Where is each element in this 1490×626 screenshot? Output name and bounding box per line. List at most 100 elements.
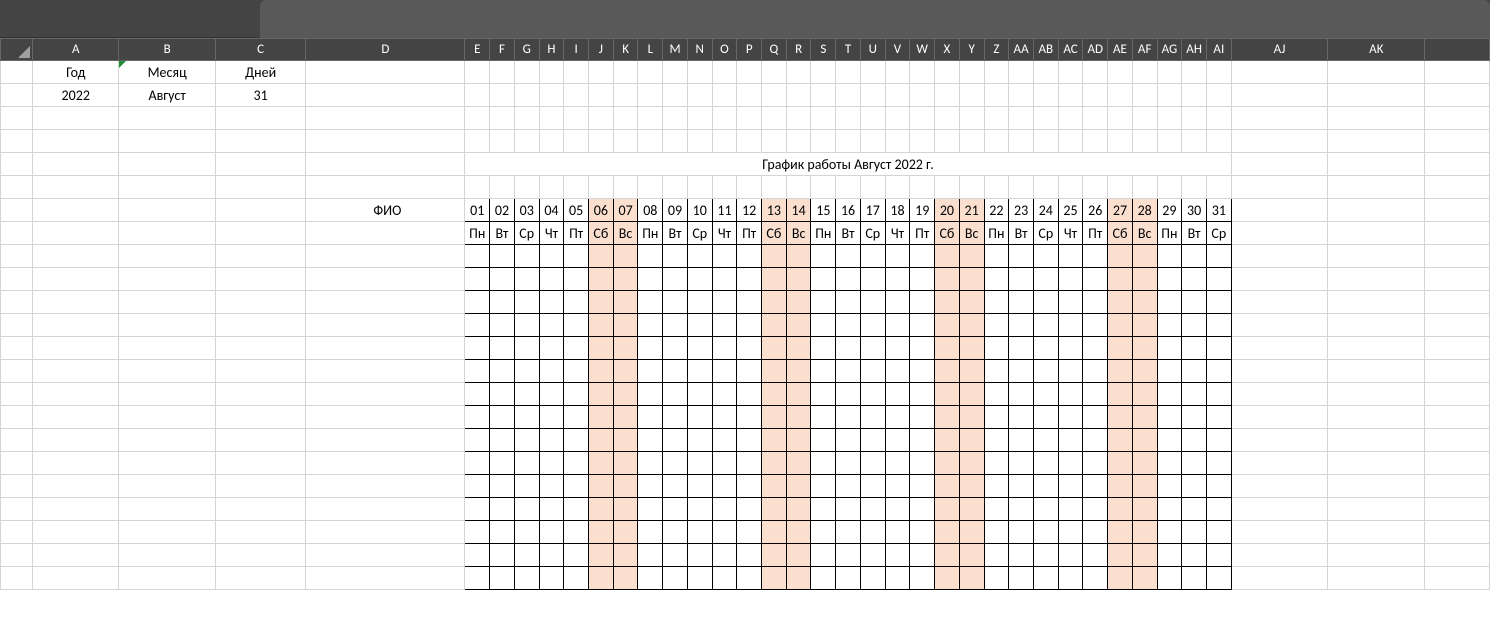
row-header[interactable]: 23 — [1, 567, 33, 590]
schedule-cell[interactable] — [613, 452, 638, 475]
schedule-cell[interactable] — [1009, 567, 1034, 590]
day-number[interactable]: 10 — [687, 199, 712, 222]
schedule-cell[interactable] — [836, 360, 861, 383]
schedule-cell[interactable] — [1108, 521, 1133, 544]
schedule-cell[interactable] — [959, 429, 984, 452]
cell[interactable] — [762, 130, 787, 153]
schedule-cell[interactable] — [860, 291, 885, 314]
cell[interactable] — [216, 360, 306, 383]
cell[interactable] — [465, 61, 490, 84]
schedule-cell[interactable] — [687, 291, 712, 314]
schedule-cell[interactable] — [836, 429, 861, 452]
schedule-cell[interactable] — [687, 567, 712, 590]
cell[interactable] — [119, 383, 216, 406]
column-header[interactable]: C — [216, 39, 306, 61]
schedule-cell[interactable] — [885, 245, 910, 268]
day-number[interactable]: 18 — [885, 199, 910, 222]
cell[interactable] — [811, 176, 836, 199]
schedule-cell[interactable] — [712, 498, 737, 521]
row-header[interactable]: 10 — [1, 268, 33, 291]
day-number[interactable]: 01 — [465, 199, 490, 222]
schedule-cell[interactable] — [1058, 291, 1083, 314]
schedule-cell[interactable] — [589, 337, 614, 360]
schedule-cell[interactable] — [984, 245, 1009, 268]
schedule-cell[interactable] — [860, 337, 885, 360]
cell[interactable] — [836, 176, 861, 199]
schedule-cell[interactable] — [1157, 475, 1182, 498]
schedule-cell[interactable] — [786, 406, 811, 429]
schedule-cell[interactable] — [1206, 268, 1231, 291]
cell[interactable] — [1328, 521, 1425, 544]
schedule-cell[interactable] — [762, 567, 787, 590]
cell[interactable] — [638, 130, 663, 153]
schedule-cell[interactable] — [935, 406, 960, 429]
schedule-cell[interactable] — [638, 314, 663, 337]
cell[interactable] — [589, 176, 614, 199]
schedule-cell[interactable] — [1157, 521, 1182, 544]
cell[interactable] — [306, 107, 465, 130]
schedule-cell[interactable] — [1033, 521, 1058, 544]
cell[interactable] — [1157, 176, 1182, 199]
schedule-cell[interactable] — [984, 268, 1009, 291]
schedule-cell[interactable] — [589, 360, 614, 383]
schedule-cell[interactable] — [959, 498, 984, 521]
cell[interactable] — [1328, 176, 1425, 199]
cell[interactable] — [1206, 107, 1231, 130]
cell[interactable] — [306, 268, 465, 291]
schedule-cell[interactable] — [737, 268, 762, 291]
row-header[interactable]: 11 — [1, 291, 33, 314]
row-header[interactable]: 20 — [1, 498, 33, 521]
cell[interactable] — [1033, 61, 1058, 84]
schedule-cell[interactable] — [1033, 360, 1058, 383]
schedule-cell[interactable] — [1083, 475, 1108, 498]
cell[interactable] — [539, 107, 564, 130]
schedule-cell[interactable] — [935, 291, 960, 314]
cell[interactable] — [1132, 130, 1157, 153]
schedule-cell[interactable] — [1157, 383, 1182, 406]
schedule-cell[interactable] — [786, 544, 811, 567]
column-header[interactable]: D — [306, 39, 465, 61]
schedule-cell[interactable] — [910, 429, 935, 452]
schedule-cell[interactable] — [712, 544, 737, 567]
schedule-cell[interactable] — [564, 544, 589, 567]
column-header[interactable]: E — [465, 39, 490, 61]
schedule-cell[interactable] — [687, 544, 712, 567]
schedule-cell[interactable] — [935, 429, 960, 452]
schedule-cell[interactable] — [589, 544, 614, 567]
schedule-cell[interactable] — [762, 406, 787, 429]
schedule-cell[interactable] — [811, 268, 836, 291]
schedule-cell[interactable] — [564, 337, 589, 360]
schedule-cell[interactable] — [1033, 544, 1058, 567]
schedule-cell[interactable] — [1206, 360, 1231, 383]
schedule-cell[interactable] — [663, 498, 688, 521]
row-header[interactable]: 16 — [1, 406, 33, 429]
schedule-cell[interactable] — [465, 268, 490, 291]
schedule-cell[interactable] — [762, 314, 787, 337]
cell[interactable] — [1231, 383, 1328, 406]
schedule-cell[interactable] — [1108, 475, 1133, 498]
cell[interactable] — [216, 406, 306, 429]
schedule-cell[interactable] — [885, 567, 910, 590]
schedule-cell[interactable] — [1108, 567, 1133, 590]
schedule-cell[interactable] — [984, 498, 1009, 521]
schedule-cell[interactable] — [737, 383, 762, 406]
cell[interactable] — [1231, 498, 1328, 521]
day-name[interactable]: Ср — [687, 222, 712, 245]
schedule-cell[interactable] — [1157, 314, 1182, 337]
day-number[interactable]: 19 — [910, 199, 935, 222]
cell[interactable] — [910, 84, 935, 107]
schedule-cell[interactable] — [935, 314, 960, 337]
schedule-cell[interactable] — [836, 314, 861, 337]
schedule-cell[interactable] — [1058, 429, 1083, 452]
schedule-cell[interactable] — [836, 406, 861, 429]
schedule-cell[interactable] — [1009, 245, 1034, 268]
column-header[interactable]: AJ — [1231, 39, 1328, 61]
schedule-cell[interactable] — [910, 268, 935, 291]
schedule-cell[interactable] — [1132, 498, 1157, 521]
day-number[interactable]: 15 — [811, 199, 836, 222]
schedule-cell[interactable] — [811, 314, 836, 337]
schedule-cell[interactable] — [860, 475, 885, 498]
column-header[interactable]: AE — [1108, 39, 1133, 61]
schedule-cell[interactable] — [490, 314, 515, 337]
schedule-cell[interactable] — [1206, 291, 1231, 314]
